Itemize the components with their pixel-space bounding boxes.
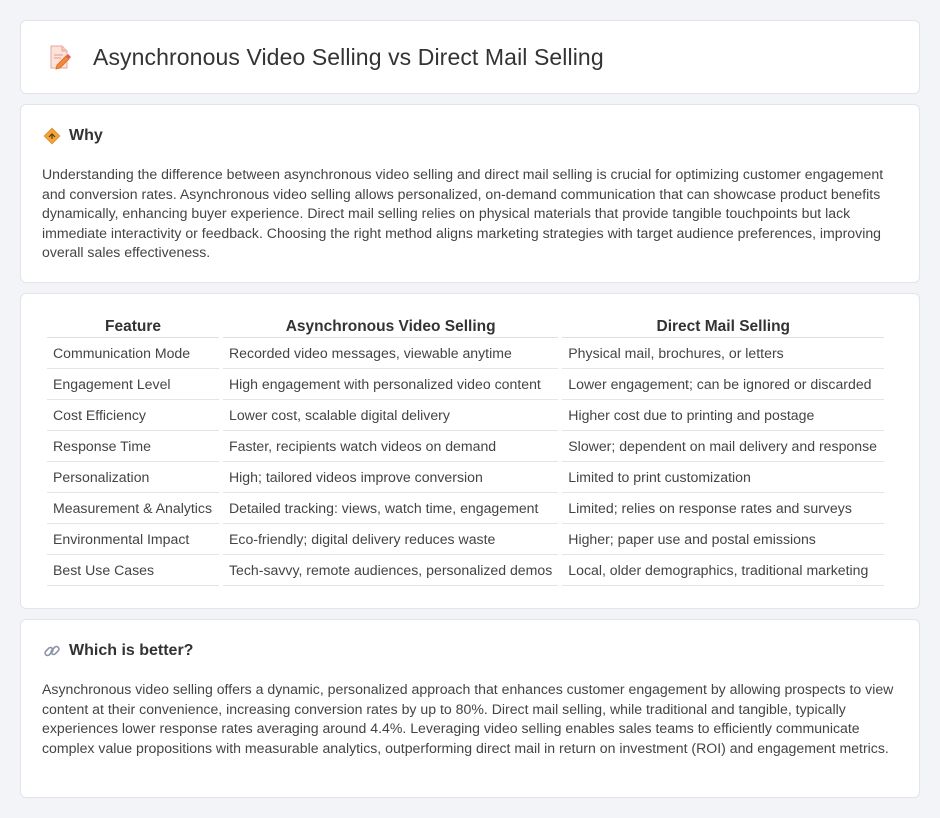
feature-cell: Communication Mode xyxy=(47,338,219,369)
direct-mail-cell: Slower; dependent on mail delivery and r… xyxy=(562,431,885,462)
which-better-paragraph: Asynchronous video selling offers a dyna… xyxy=(42,681,894,756)
table-row: Measurement & Analytics Detailed trackin… xyxy=(47,493,885,524)
direct-mail-cell: Limited to print customization xyxy=(562,462,885,493)
title-card: Asynchronous Video Selling vs Direct Mai… xyxy=(20,20,920,94)
direct-mail-cell: Physical mail, brochures, or letters xyxy=(562,338,885,369)
table-header-row: Feature Asynchronous Video Selling Direc… xyxy=(47,316,885,338)
which-better-heading: Which is better? xyxy=(69,642,194,659)
comparison-table: Feature Asynchronous Video Selling Direc… xyxy=(43,316,888,586)
why-card: Why Understanding the difference between… xyxy=(20,104,920,283)
async-video-cell: Recorded video messages, viewable anytim… xyxy=(223,338,559,369)
link-icon xyxy=(43,642,61,660)
direct-mail-cell: Limited; relies on response rates and su… xyxy=(562,493,885,524)
table-row: Communication Mode Recorded video messag… xyxy=(47,338,885,369)
async-video-cell: Faster, recipients watch videos on deman… xyxy=(223,431,559,462)
document-pencil-icon xyxy=(47,43,73,71)
why-heading: Why xyxy=(69,127,103,144)
which-better-header: Which is better? xyxy=(43,642,193,660)
async-video-cell: High; tailored videos improve conversion xyxy=(223,462,559,493)
feature-cell: Cost Efficiency xyxy=(47,400,219,431)
why-header: Why xyxy=(43,127,103,145)
feature-cell: Personalization xyxy=(47,462,219,493)
feature-cell: Best Use Cases xyxy=(47,555,219,586)
direct-mail-cell: Local, older demographics, traditional m… xyxy=(562,555,885,586)
feature-cell: Measurement & Analytics xyxy=(47,493,219,524)
direct-mail-cell: Higher cost due to printing and postage xyxy=(562,400,885,431)
async-video-cell: Eco-friendly; digital delivery reduces w… xyxy=(223,524,559,555)
feature-cell: Response Time xyxy=(47,431,219,462)
table-row: Cost Efficiency Lower cost, scalable dig… xyxy=(47,400,885,431)
table-row: Personalization High; tailored videos im… xyxy=(47,462,885,493)
why-paragraph: Understanding the difference between asy… xyxy=(42,166,884,261)
diamond-sign-icon xyxy=(43,127,61,145)
header-direct-mail: Direct Mail Selling xyxy=(562,316,885,338)
feature-cell: Environmental Impact xyxy=(47,524,219,555)
feature-cell: Engagement Level xyxy=(47,369,219,400)
page-title: Asynchronous Video Selling vs Direct Mai… xyxy=(93,43,604,70)
async-video-cell: High engagement with personalized video … xyxy=(223,369,559,400)
direct-mail-cell: Higher; paper use and postal emissions xyxy=(562,524,885,555)
async-video-cell: Lower cost, scalable digital delivery xyxy=(223,400,559,431)
async-video-cell: Detailed tracking: views, watch time, en… xyxy=(223,493,559,524)
direct-mail-cell: Lower engagement; can be ignored or disc… xyxy=(562,369,885,400)
header-async-video: Asynchronous Video Selling xyxy=(223,316,559,338)
table-row: Engagement Level High engagement with pe… xyxy=(47,369,885,400)
table-row: Response Time Faster, recipients watch v… xyxy=(47,431,885,462)
table-row: Environmental Impact Eco-friendly; digit… xyxy=(47,524,885,555)
comparison-card: Feature Asynchronous Video Selling Direc… xyxy=(20,293,920,609)
title-row: Asynchronous Video Selling vs Direct Mai… xyxy=(47,43,604,71)
header-feature: Feature xyxy=(47,316,219,338)
which-better-card: Which is better? Asynchronous video sell… xyxy=(20,619,920,798)
async-video-cell: Tech-savvy, remote audiences, personaliz… xyxy=(223,555,559,586)
table-row: Best Use Cases Tech-savvy, remote audien… xyxy=(47,555,885,586)
